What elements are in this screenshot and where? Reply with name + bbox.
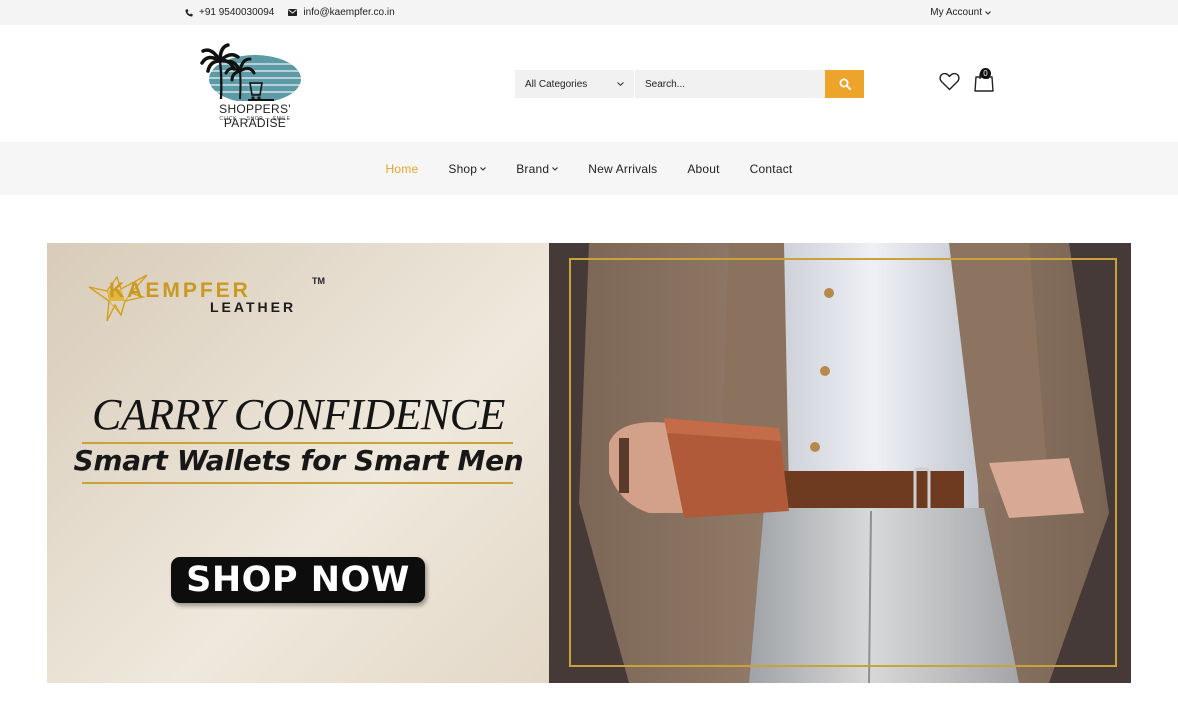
heart-icon — [939, 72, 960, 91]
banner-text-panel: KAEMPFER TM LEATHER CARRY CONFIDENCE Sma… — [47, 243, 550, 683]
site-header: SHOPPERS' PARADISE CLICK — SHOP — SMILE … — [0, 25, 1178, 142]
chevron-down-icon — [480, 166, 487, 171]
wishlist-button[interactable] — [939, 72, 960, 96]
cart-button[interactable]: 0 — [973, 68, 995, 98]
chevron-down-icon — [985, 10, 991, 15]
nav-item-label: Home — [385, 161, 419, 176]
category-select-value: All Categories — [525, 78, 588, 90]
envelope-icon — [288, 9, 298, 16]
brand-subname: LEATHER — [210, 299, 297, 315]
nav-item-about[interactable]: About — [687, 162, 719, 176]
nav-item-home[interactable]: Home — [386, 162, 419, 176]
contact-info: +91 9540030094 info@kaempfer.co.in — [185, 7, 409, 18]
nav-item-contact[interactable]: Contact — [750, 162, 793, 176]
banner-subheadline: Smart Wallets for Smart Men — [73, 444, 524, 477]
site-logo[interactable]: SHOPPERS' PARADISE CLICK — SHOP — SMILE — [190, 43, 320, 130]
banner-photo — [549, 243, 1131, 683]
nav-item-label: Contact — [749, 161, 793, 176]
nav-item-label: Brand — [516, 161, 550, 176]
nav-item-shop[interactable]: Shop — [448, 161, 487, 176]
chevron-down-icon — [552, 166, 559, 171]
gold-frame — [569, 258, 1117, 667]
phone-contact[interactable]: +91 9540030094 — [185, 7, 274, 18]
chevron-down-icon — [617, 82, 624, 86]
nav-item-label: New Arrivals — [588, 161, 658, 176]
nav-item-new-arrivals[interactable]: New Arrivals — [588, 162, 657, 176]
search-button[interactable] — [825, 70, 864, 98]
logo-tagline: CLICK — SHOP — SMILE — [219, 116, 291, 122]
shop-now-button[interactable]: SHOP NOW — [171, 557, 425, 603]
search-icon — [839, 78, 851, 90]
subheadline-divider — [82, 482, 513, 484]
search-bar: All Categories — [515, 70, 864, 98]
nav-item-label: About — [687, 161, 720, 176]
email-address: info@kaempfer.co.in — [303, 7, 395, 18]
my-account-label: My Account — [930, 7, 982, 18]
hero-banner[interactable]: KAEMPFER TM LEATHER CARRY CONFIDENCE Sma… — [47, 243, 1131, 683]
main-navigation: Home Shop Brand New Arrivals About Conta… — [0, 142, 1178, 195]
my-account-dropdown[interactable]: My Account — [930, 7, 991, 18]
palm-tree-logo-icon — [200, 43, 301, 101]
email-contact[interactable]: info@kaempfer.co.in — [288, 7, 395, 18]
brand-trademark: TM — [312, 276, 325, 286]
nav-item-label: Shop — [448, 161, 478, 176]
top-bar: +91 9540030094 info@kaempfer.co.in My Ac… — [0, 0, 1178, 25]
banner-headline: CARRY CONFIDENCE — [92, 390, 505, 439]
category-select[interactable]: All Categories — [515, 70, 635, 98]
search-input[interactable] — [635, 70, 825, 98]
cart-count-badge: 0 — [980, 68, 991, 79]
nav-item-brand[interactable]: Brand — [516, 161, 559, 176]
phone-icon — [185, 8, 193, 17]
phone-number: +91 9540030094 — [199, 7, 275, 18]
